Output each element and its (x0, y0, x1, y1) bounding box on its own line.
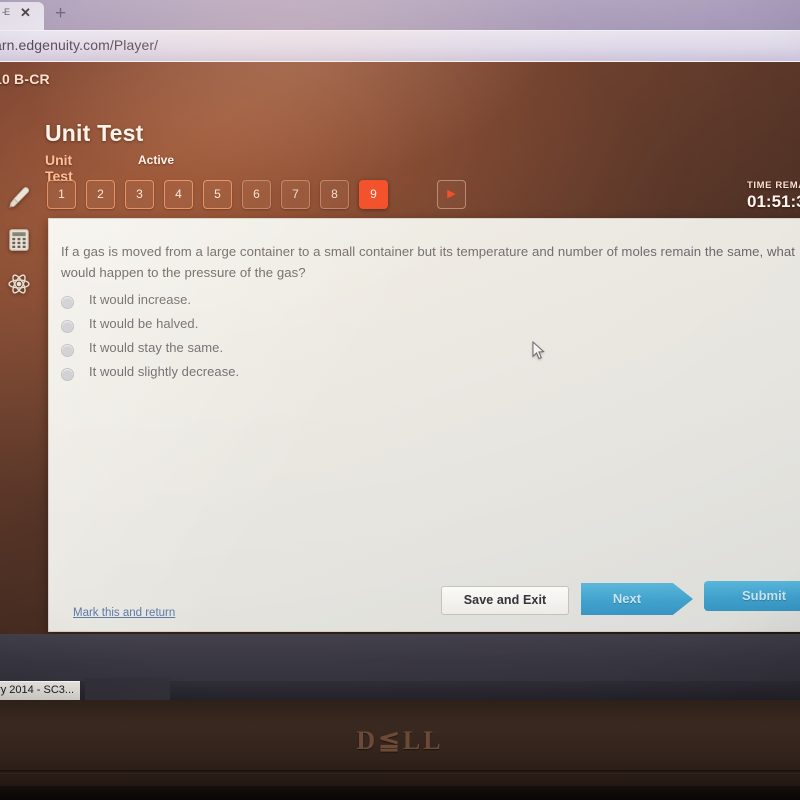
periodic-table-icon[interactable] (6, 271, 32, 297)
bezel-lip (0, 786, 800, 800)
browser-address-bar[interactable]: arn.edgenuity.com/Player/ (0, 30, 800, 63)
bezel-seam (0, 770, 800, 774)
next-button[interactable]: Next (581, 583, 693, 615)
mouse-cursor (532, 341, 545, 360)
mark-this-and-return-link[interactable]: Mark this and return (73, 607, 175, 619)
question-text: If a gas is moved from a large container… (61, 244, 796, 280)
radio-button-icon[interactable] (61, 320, 74, 333)
browser-tab-strip: -E ✕ + (0, 0, 800, 30)
laptop-photo: -E ✕ + arn.edgenuity.com/Player/ 10 B-CR… (0, 0, 800, 800)
submit-button[interactable]: Submit (704, 581, 800, 611)
question-nav-3[interactable]: 3 (125, 180, 154, 209)
calculator-icon[interactable] (6, 227, 32, 253)
status-badge: Active (138, 153, 175, 167)
answer-option-label: It would increase. (89, 292, 192, 307)
save-and-exit-button[interactable]: Save and Exit (441, 586, 569, 615)
question-nav-6[interactable]: 6 (242, 180, 271, 209)
question-nav-5[interactable]: 5 (203, 180, 232, 209)
taskbar-empty-area (85, 678, 170, 700)
taskbar-item-label: try 2014 - SC3... (0, 684, 75, 696)
answer-option-label: It would stay the same. (89, 340, 224, 355)
time-remaining-value: 01:51:3 (747, 192, 800, 211)
answer-option[interactable]: It would be halved. (61, 315, 481, 339)
radio-button-icon[interactable] (61, 296, 74, 309)
tab-favicon-icon: -E (2, 7, 10, 17)
next-button-label: Next (612, 591, 642, 606)
question-nav-7[interactable]: 7 (281, 180, 310, 209)
question-nav-1[interactable]: 1 (47, 180, 76, 209)
highlighter-icon[interactable] (6, 185, 32, 211)
course-code-label: 10 B-CR (0, 71, 50, 87)
question-card: If a gas is moved from a large container… (48, 218, 800, 632)
answer-options-list: It would increase. It would be halved. I… (61, 291, 481, 387)
answer-option[interactable]: It would increase. (61, 291, 481, 315)
answer-option-label: It would be halved. (89, 316, 199, 331)
radio-button-icon[interactable] (61, 368, 74, 381)
dell-brand-logo: D≦LL (356, 726, 444, 755)
answer-option-label: It would slightly decrease. (89, 364, 240, 379)
page-title: Unit Test (45, 120, 144, 146)
answer-option[interactable]: It would stay the same. (61, 339, 481, 363)
new-tab-icon[interactable]: + (55, 3, 66, 25)
answer-option[interactable]: It would slightly decrease. (61, 363, 481, 387)
next-question-arrow-button[interactable]: ▶ (437, 180, 466, 209)
time-remaining-label: TIME REMAINI (747, 180, 800, 191)
question-nav-9[interactable]: 9 (359, 180, 388, 209)
url-text: arn.edgenuity.com/Player/ (0, 37, 159, 53)
laptop-screen: -E ✕ + arn.edgenuity.com/Player/ 10 B-CR… (0, 0, 800, 700)
radio-button-icon[interactable] (61, 344, 74, 357)
question-nav-2[interactable]: 2 (86, 180, 115, 209)
tab-close-icon[interactable]: ✕ (20, 5, 31, 21)
question-nav-8[interactable]: 8 (320, 180, 349, 209)
question-nav-4[interactable]: 4 (164, 180, 193, 209)
